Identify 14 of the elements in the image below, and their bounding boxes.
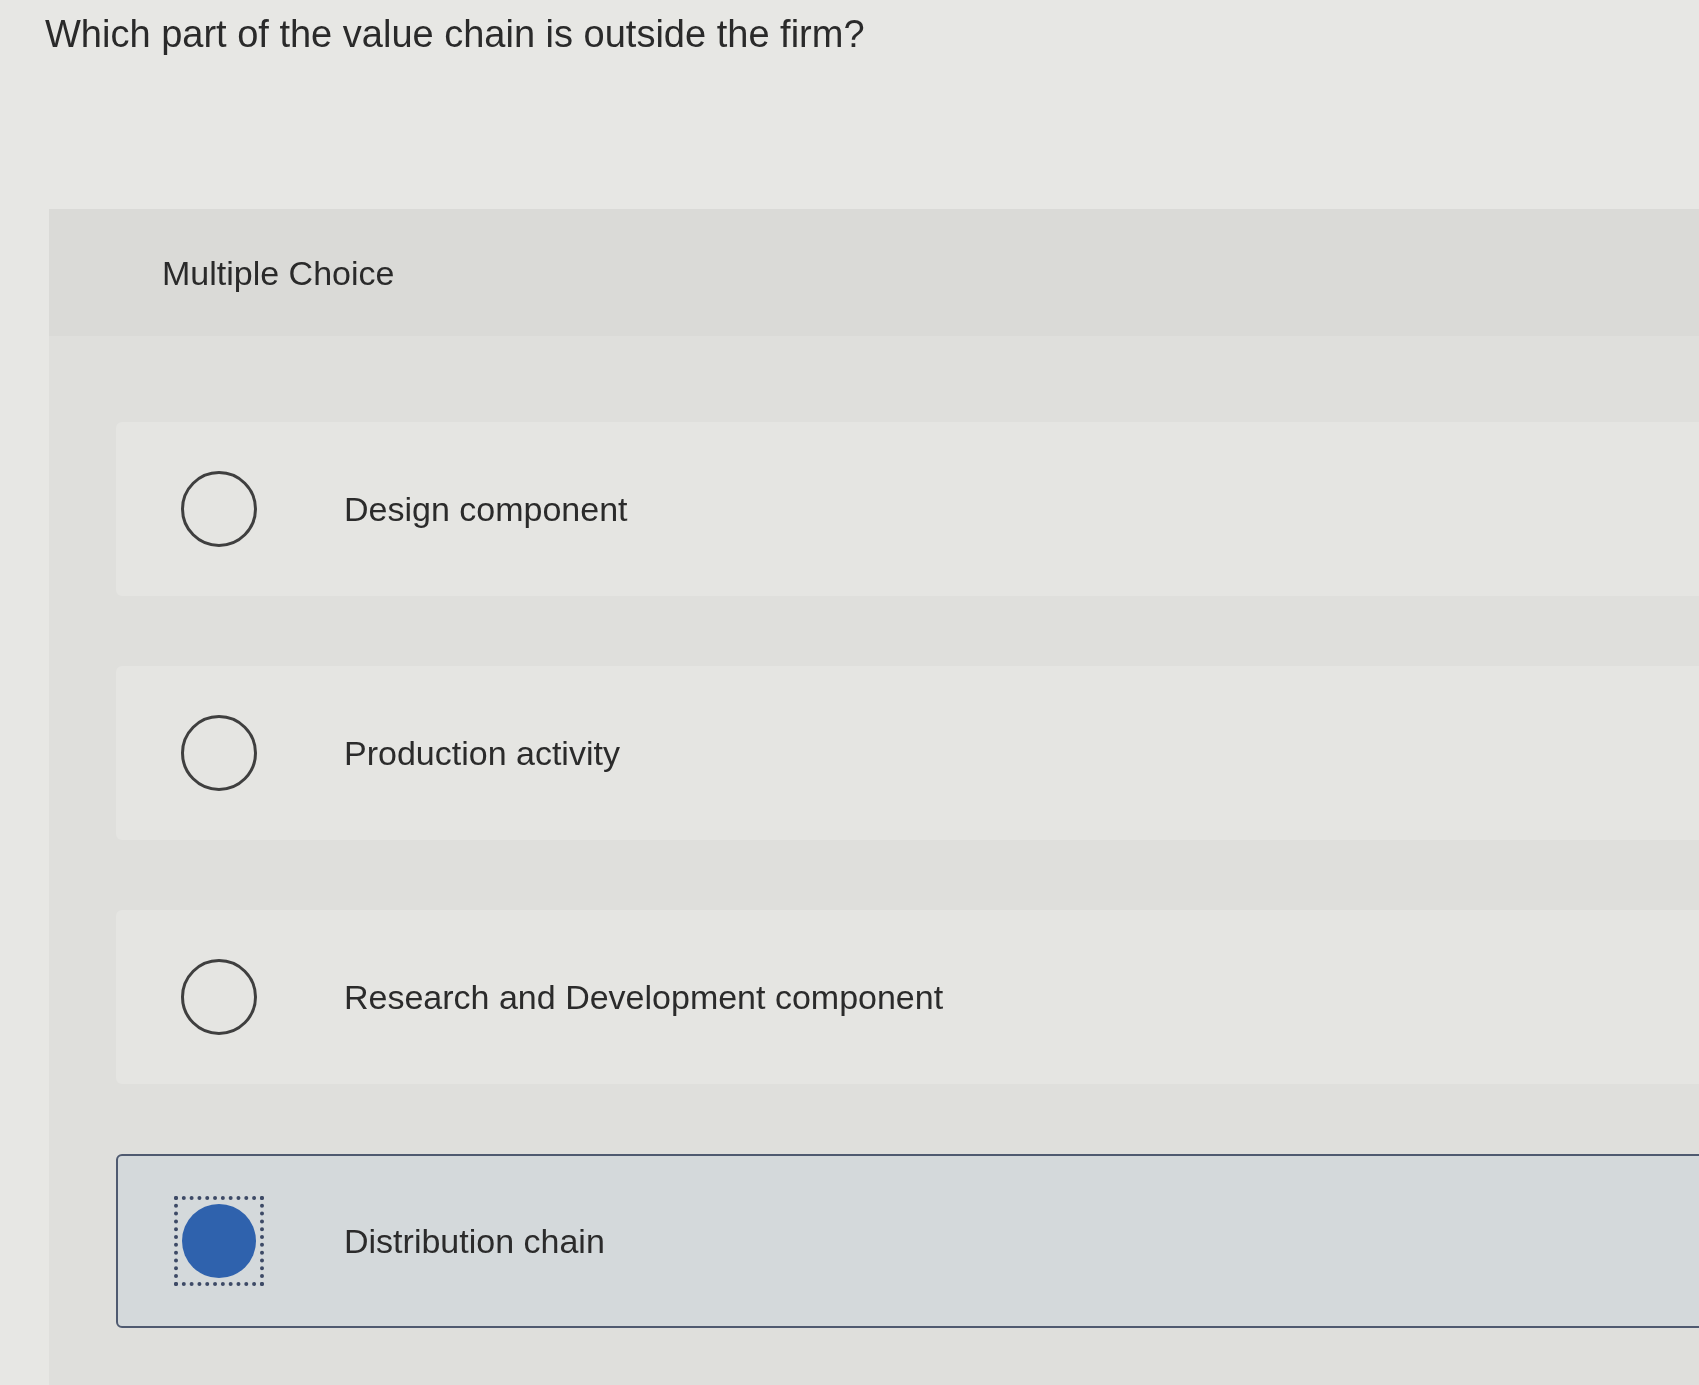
option-card[interactable]: Research and Development component xyxy=(116,910,1699,1084)
radio-button[interactable] xyxy=(181,959,257,1035)
option-card[interactable]: Design component xyxy=(116,422,1699,596)
radio-button[interactable] xyxy=(174,1196,264,1286)
question-text: Which part of the value chain is outside the firm? xyxy=(45,12,865,56)
panel-title: Multiple Choice xyxy=(162,252,395,293)
option-card[interactable]: Production activity xyxy=(116,666,1699,840)
option-card[interactable]: Distribution chain xyxy=(116,1154,1699,1328)
option-label: Research and Development component xyxy=(344,977,944,1017)
radio-button[interactable] xyxy=(181,471,257,547)
radio-button[interactable] xyxy=(181,715,257,791)
option-label: Production activity xyxy=(344,733,620,773)
option-label: Design component xyxy=(344,489,628,529)
option-label: Distribution chain xyxy=(344,1221,605,1261)
